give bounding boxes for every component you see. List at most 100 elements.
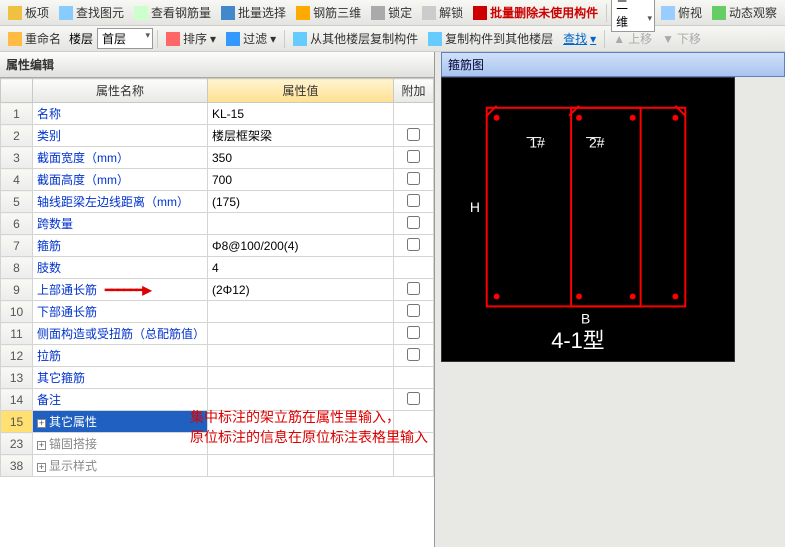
- arrow-icon: ━━━━━━▶: [105, 283, 151, 297]
- tb-filter[interactable]: 过滤 ▾: [222, 28, 280, 49]
- table-row[interactable]: 8肢数4: [1, 257, 434, 279]
- prop-value-cell[interactable]: 700: [208, 169, 394, 191]
- label-2: 2#: [589, 135, 605, 151]
- tb-orbit[interactable]: 动态观察: [708, 2, 781, 23]
- prop-value-cell[interactable]: [208, 455, 394, 477]
- prop-value-cell[interactable]: (2Φ12): [208, 279, 394, 301]
- table-row[interactable]: 11侧面构造或受扭筋（总配筋值）: [1, 323, 434, 345]
- diagram-type: 4-1型: [551, 328, 604, 353]
- table-row[interactable]: 4截面高度（mm）700: [1, 169, 434, 191]
- prop-value-cell[interactable]: [208, 345, 394, 367]
- extra-checkbox[interactable]: [407, 172, 420, 185]
- note-line1: 集中标注的架立筋在属性里输入，: [190, 408, 428, 428]
- prop-name-cell[interactable]: 备注: [33, 389, 208, 411]
- diagram-title: 箍筋图: [441, 52, 785, 77]
- tb-copy-from[interactable]: 从其他楼层复制构件: [289, 28, 422, 49]
- table-row[interactable]: 1名称KL-15: [1, 103, 434, 125]
- filter-icon: [226, 32, 240, 46]
- tb-unlock[interactable]: 解锁: [418, 2, 467, 23]
- expand-icon[interactable]: +: [37, 419, 46, 428]
- label-1: 1#: [529, 135, 545, 151]
- prop-name-cell[interactable]: +显示样式: [33, 455, 208, 477]
- table-row[interactable]: 6跨数量: [1, 213, 434, 235]
- prop-value-cell[interactable]: [208, 213, 394, 235]
- tb-batch-delete[interactable]: 批量删除未使用构件: [469, 2, 602, 23]
- extra-checkbox[interactable]: [407, 304, 420, 317]
- table-row[interactable]: 7箍筋Φ8@100/200(4): [1, 235, 434, 257]
- prop-value-cell[interactable]: Φ8@100/200(4): [208, 235, 394, 257]
- tb-find[interactable]: 查找 ▾: [559, 28, 600, 49]
- table-row[interactable]: 2类别楼层框架梁: [1, 125, 434, 147]
- tb-find-elem[interactable]: 查找图元: [55, 2, 128, 23]
- prop-name-cell[interactable]: 侧面构造或受扭筋（总配筋值）: [33, 323, 208, 345]
- tb-copy-to[interactable]: 复制构件到其他楼层: [424, 28, 557, 49]
- col-value: 属性值: [208, 79, 394, 103]
- table-row[interactable]: 38+显示样式: [1, 455, 434, 477]
- table-row[interactable]: 9上部通长筋━━━━━━▶(2Φ12): [1, 279, 434, 301]
- tb-lock[interactable]: 锁定: [367, 2, 416, 23]
- col-rownum: [1, 79, 33, 103]
- tb-view-rebar[interactable]: 查看钢筋量: [130, 2, 215, 23]
- prop-name-cell[interactable]: 轴线距梁左边线距离（mm）: [33, 191, 208, 213]
- tb-batch-select[interactable]: 批量选择: [217, 2, 290, 23]
- prop-value-cell[interactable]: [208, 301, 394, 323]
- col-extra: 附加: [394, 79, 434, 103]
- expand-icon[interactable]: +: [37, 463, 46, 472]
- prop-name-cell[interactable]: +其它属性: [33, 411, 208, 433]
- prop-name-cell[interactable]: 肢数: [33, 257, 208, 279]
- expand-icon[interactable]: +: [37, 441, 46, 450]
- prop-name-cell[interactable]: 其它箍筋: [33, 367, 208, 389]
- unlock-icon: [422, 6, 436, 20]
- floor-select[interactable]: 首层: [97, 28, 153, 49]
- sort-icon: [166, 32, 180, 46]
- prop-name-cell[interactable]: 下部通长筋: [33, 301, 208, 323]
- prop-name-cell[interactable]: 截面宽度（mm）: [33, 147, 208, 169]
- tb-topview[interactable]: 俯视: [657, 2, 706, 23]
- property-panel: 属性编辑 属性名称 属性值 附加 1名称KL-152类别楼层框架梁3截面宽度（m…: [0, 52, 435, 547]
- prop-value-cell[interactable]: 350: [208, 147, 394, 169]
- axis-h: H: [470, 199, 480, 215]
- extra-checkbox[interactable]: [407, 194, 420, 207]
- floor-label: 楼层: [69, 30, 93, 47]
- prop-name-cell[interactable]: 跨数量: [33, 213, 208, 235]
- prop-value-cell[interactable]: 4: [208, 257, 394, 279]
- lock-icon: [371, 6, 385, 20]
- axis-b: B: [581, 310, 590, 326]
- prop-name-cell[interactable]: 截面高度（mm）: [33, 169, 208, 191]
- prop-value-cell[interactable]: [208, 323, 394, 345]
- extra-checkbox[interactable]: [407, 150, 420, 163]
- toolbar-2: 重命名 楼层 首层 排序 ▾ 过滤 ▾ 从其他楼层复制构件 复制构件到其他楼层 …: [0, 26, 785, 52]
- prop-value-cell[interactable]: [208, 367, 394, 389]
- prop-name-cell[interactable]: 拉筋: [33, 345, 208, 367]
- extra-checkbox[interactable]: [407, 392, 420, 405]
- note-line2: 原位标注的信息在原位标注表格里输入: [190, 428, 428, 448]
- prop-name-cell[interactable]: 名称: [33, 103, 208, 125]
- extra-checkbox[interactable]: [407, 238, 420, 251]
- prop-value-cell[interactable]: (175): [208, 191, 394, 213]
- tb-ban[interactable]: 板项: [4, 2, 53, 23]
- table-row[interactable]: 3截面宽度（mm）350: [1, 147, 434, 169]
- prop-name-cell[interactable]: +锚固搭接: [33, 433, 208, 455]
- table-row[interactable]: 12拉筋: [1, 345, 434, 367]
- extra-checkbox[interactable]: [407, 282, 420, 295]
- prop-value-cell[interactable]: KL-15: [208, 103, 394, 125]
- prop-value-cell[interactable]: 楼层框架梁: [208, 125, 394, 147]
- col-name: 属性名称: [33, 79, 208, 103]
- table-row[interactable]: 5轴线距梁左边线距离（mm）(175): [1, 191, 434, 213]
- prop-name-cell[interactable]: 上部通长筋━━━━━━▶: [33, 279, 208, 301]
- table-row[interactable]: 13其它箍筋: [1, 367, 434, 389]
- tb-rename[interactable]: 重命名: [4, 28, 65, 49]
- tb-rebar-3d[interactable]: 钢筋三维: [292, 2, 365, 23]
- toolbar-1: 板项 查找图元 查看钢筋量 批量选择 钢筋三维 锁定 解锁 批量删除未使用构件 …: [0, 0, 785, 26]
- tb-move-down[interactable]: ▼ 下移: [658, 28, 705, 49]
- extra-checkbox[interactable]: [407, 348, 420, 361]
- extra-checkbox[interactable]: [407, 216, 420, 229]
- view-2d-dropdown[interactable]: 二维: [611, 0, 655, 32]
- table-row[interactable]: 10下部通长筋: [1, 301, 434, 323]
- prop-name-cell[interactable]: 箍筋: [33, 235, 208, 257]
- prop-name-cell[interactable]: 类别: [33, 125, 208, 147]
- stirrup-diagram: 1# 2# H B 4-1型: [441, 77, 735, 362]
- extra-checkbox[interactable]: [407, 326, 420, 339]
- extra-checkbox[interactable]: [407, 128, 420, 141]
- tb-sort[interactable]: 排序 ▾: [162, 28, 220, 49]
